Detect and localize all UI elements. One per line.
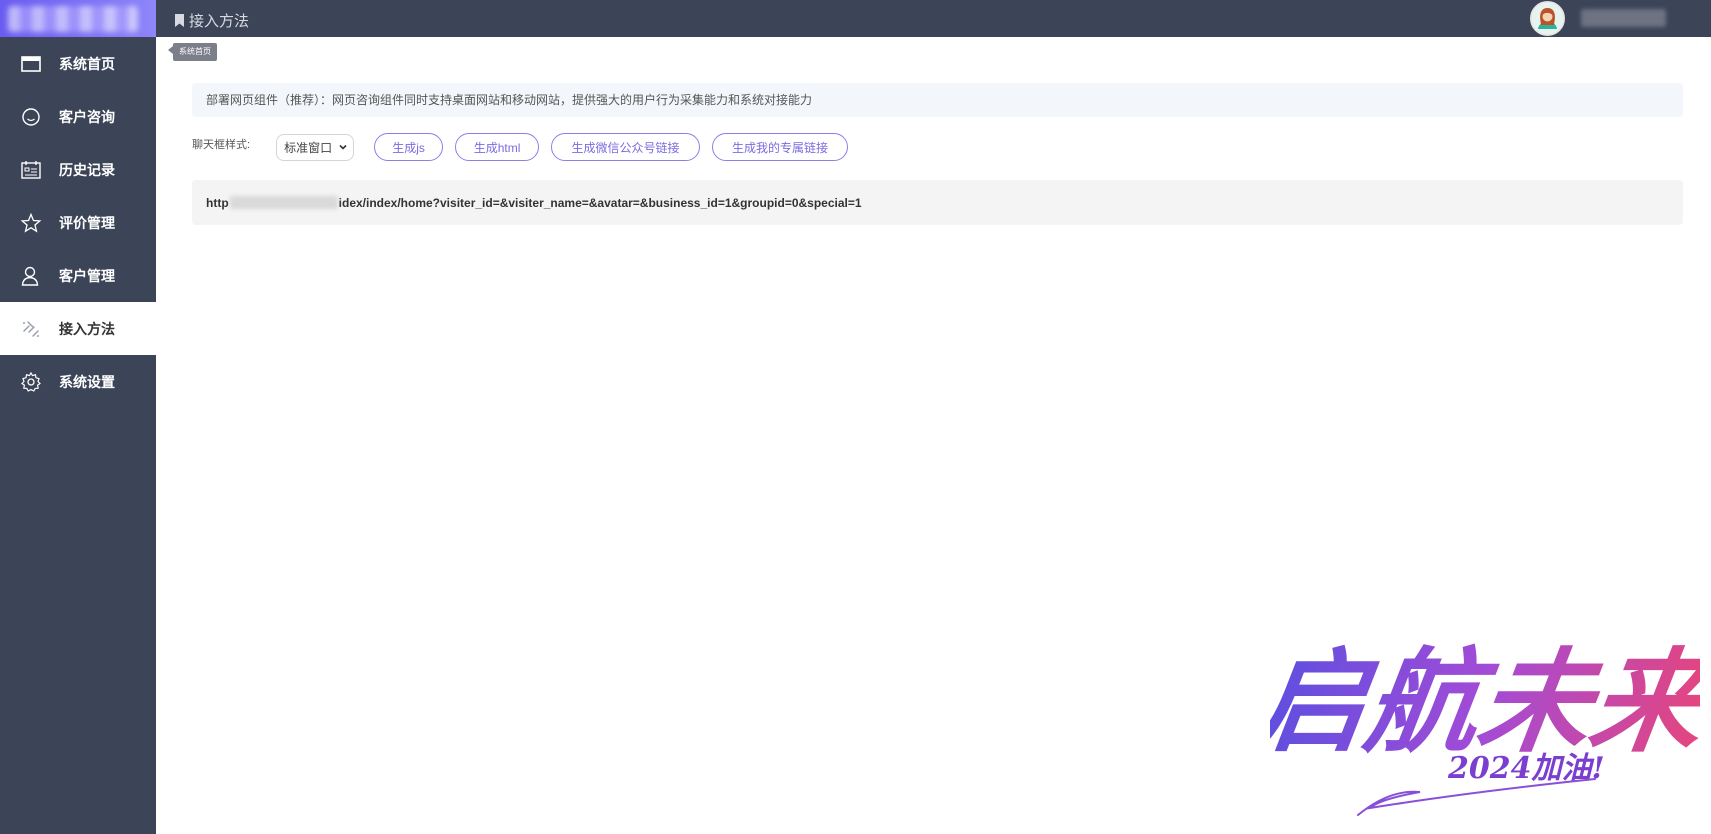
sidebar-item-history[interactable]: 历史记录: [0, 143, 156, 196]
gear-icon: [21, 371, 41, 392]
page-title: 接入方法: [174, 10, 249, 31]
sidebar-item-label: 客户管理: [59, 267, 115, 284]
chevron-down-icon: [339, 144, 347, 150]
sidebar-item-label: 系统设置: [59, 373, 115, 390]
controls-row: 聊天框样式: 标准窗口 生成js 生成html 生成微信公众号链接 生成我的专属…: [192, 132, 860, 162]
star-icon: [20, 212, 42, 233]
page-title-text: 接入方法: [189, 13, 250, 30]
username-blurred: [1581, 9, 1666, 27]
link-icon: [23, 320, 39, 337]
user-icon: [21, 266, 39, 286]
tooltip: 系统首页: [168, 43, 217, 61]
avatar-icon: [1532, 3, 1563, 34]
notice-bar: 部署网页组件（推荐）：网页咨询组件同时支持桌面网站和移动网站，提供强大的用户行为…: [192, 83, 1683, 117]
sidebar-item-label: 接入方法: [59, 320, 115, 337]
sidebar-item-consult[interactable]: 客户咨询: [0, 90, 156, 143]
smile-icon: [22, 107, 40, 126]
sidebar-item-settings[interactable]: 系统设置: [0, 355, 156, 408]
sidebar-item-label: 系统首页: [59, 55, 115, 72]
chat-style-value: 标准窗口: [284, 140, 333, 155]
slogan-main-text: 启航未来: [1270, 636, 1700, 768]
sidebar-item-access[interactable]: 接入方法: [0, 302, 156, 355]
chat-style-select[interactable]: 标准窗口: [276, 133, 355, 161]
sidebar-menu: 系统首页 客户咨询 历史记录 评价管理 客户管理 接入方法 系统设置: [0, 37, 156, 408]
top-header: 接入方法: [156, 0, 1711, 37]
link-domain-blurred: [229, 196, 338, 209]
sidebar-item-rating[interactable]: 评价管理: [0, 196, 156, 249]
logo[interactable]: [0, 0, 156, 37]
logo-blurred: [8, 6, 138, 32]
generate-wechat-link-button[interactable]: 生成微信公众号链接: [551, 133, 701, 161]
window-icon: [21, 55, 41, 72]
link-prefix: http: [206, 195, 229, 210]
chat-style-label: 聊天框样式:: [192, 139, 251, 151]
generate-html-button[interactable]: 生成html: [455, 133, 540, 161]
sidebar: 系统首页 客户咨询 历史记录 评价管理 客户管理 接入方法 系统设置: [0, 0, 156, 834]
bookmark-icon: [175, 14, 184, 27]
sidebar-item-label: 评价管理: [59, 214, 115, 231]
avatar[interactable]: [1530, 1, 1565, 36]
slogan-artwork: 启航未来 2024加油!: [1270, 636, 1700, 816]
generate-exclusive-link-button[interactable]: 生成我的专属链接: [712, 133, 849, 161]
link-box[interactable]: http idex/index/home?visiter_id=&visiter…: [192, 180, 1683, 225]
link-suffix: idex/index/home?visiter_id=&visiter_name…: [338, 195, 862, 210]
calendar-icon: [21, 160, 41, 179]
sidebar-item-home[interactable]: 系统首页: [0, 37, 156, 90]
sidebar-item-label: 客户咨询: [59, 108, 115, 125]
sidebar-item-label: 历史记录: [59, 161, 115, 178]
generate-js-button[interactable]: 生成js: [374, 133, 444, 161]
sidebar-item-customers[interactable]: 客户管理: [0, 249, 156, 302]
